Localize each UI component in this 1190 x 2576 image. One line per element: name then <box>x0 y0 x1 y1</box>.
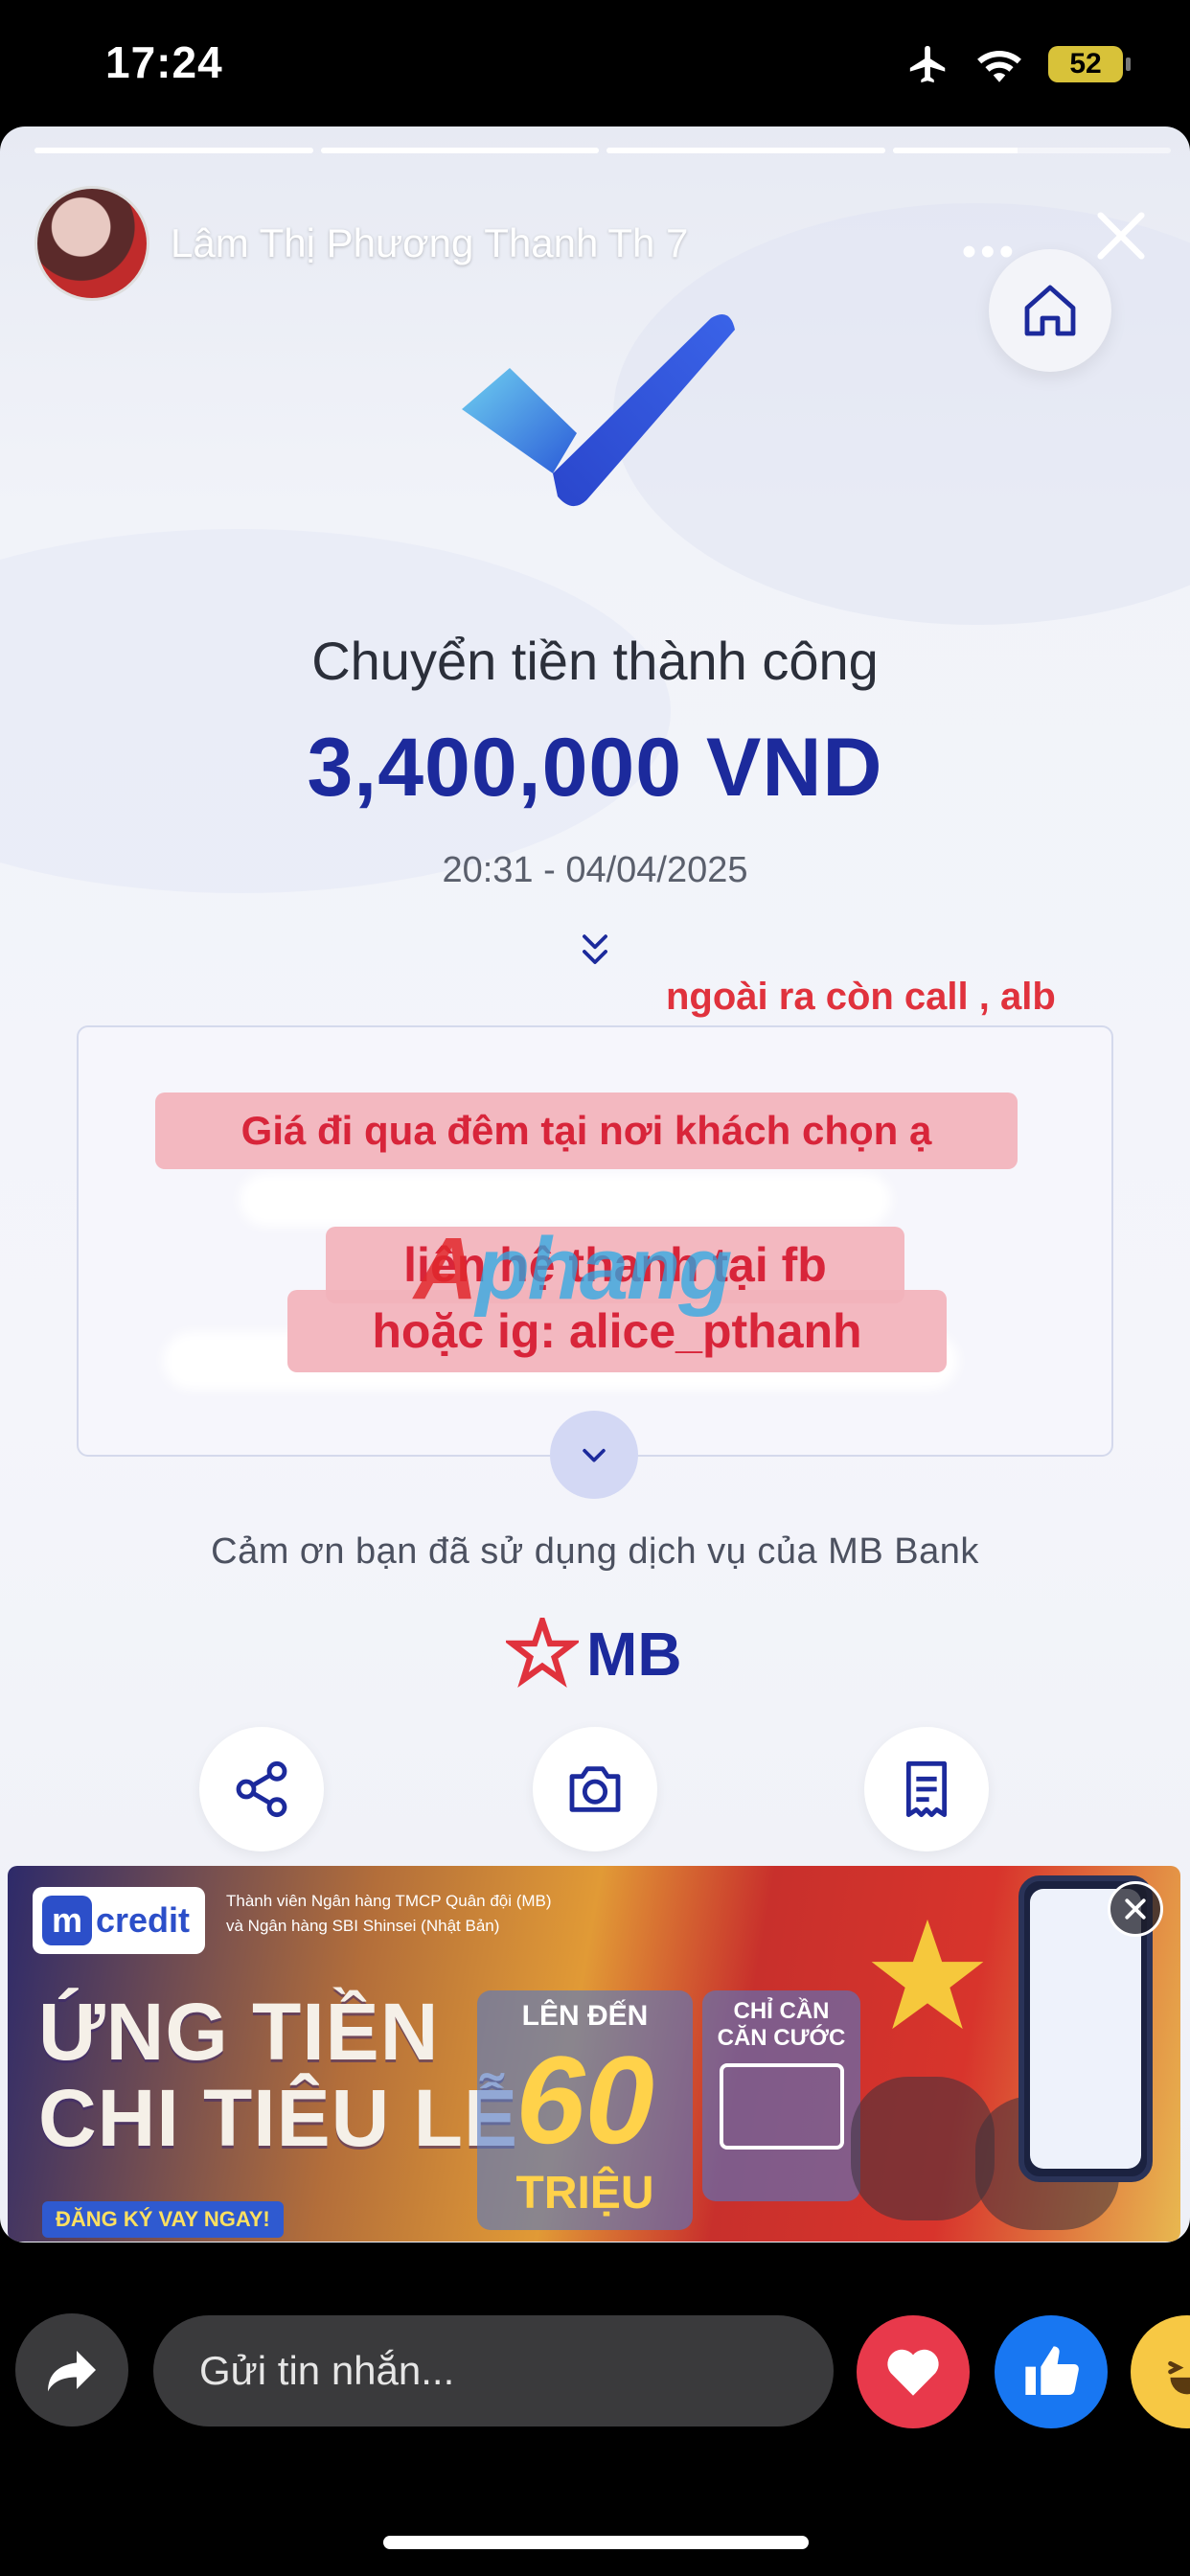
progress-segment <box>34 148 313 153</box>
story-author-name: Lâm Thị Phương Thanh <box>171 220 599 265</box>
banner-headline-line1: ỨNG TIỀN <box>38 1987 440 2077</box>
id-required-line2: CĂN CƯỚC <box>717 2025 846 2051</box>
story-card[interactable]: Lâm Thị Phương Thanh Th 7 ••• Chuyển tiền… <box>0 126 1190 2242</box>
ad-banner[interactable]: m credit Thành viên Ngân hàng TMCP Quân … <box>8 1866 1180 2242</box>
share-button[interactable] <box>15 2313 128 2426</box>
receipt-icon <box>905 1760 948 1818</box>
message-input[interactable] <box>153 2315 834 2426</box>
banner-cta-button[interactable]: ĐĂNG KÝ VAY NGAY! <box>42 2201 284 2238</box>
banner-headline: ỨNG TIỀN CHI TIÊU LỄ <box>38 1989 518 2161</box>
progress-segment <box>320 148 599 153</box>
share-receipt-button[interactable] <box>199 1727 324 1852</box>
home-icon <box>1024 285 1076 336</box>
success-check-icon <box>462 314 735 507</box>
receipt-button[interactable] <box>864 1727 989 1852</box>
progress-segment <box>606 148 885 153</box>
loan-limit-box: LÊN ĐẾN 60 TRIỆU <box>477 1990 693 2230</box>
transfer-amount: 3,400,000 VND <box>307 722 883 814</box>
expand-details-button[interactable] <box>550 1411 638 1499</box>
progress-fill <box>606 148 885 153</box>
loan-limit-value: 60 <box>515 2030 654 2170</box>
share-nodes-icon <box>236 1760 287 1818</box>
status-time: 17:24 <box>105 37 223 87</box>
banner-disclaimer-line2: và Ngân hàng SBI Shinsei (Nhật Bản) <box>226 1917 500 1935</box>
haha-reaction-button[interactable] <box>1131 2315 1190 2428</box>
double-chevron-down-icon <box>583 934 607 964</box>
airplane-icon <box>909 45 946 83</box>
mb-star-icon <box>506 1618 579 1688</box>
story-header: Lâm Thị Phương Thanh Th 7 ••• <box>34 186 1152 301</box>
thank-you-text: Cảm ơn bạn đã sử dụng dịch vụ của MB Ban… <box>211 1531 979 1572</box>
thumbs-up-icon <box>1025 2346 1079 2396</box>
mcredit-logo-text: credit <box>96 1900 191 1940</box>
transfer-status-title: Chuyển tiền thành công <box>311 631 879 691</box>
mcredit-logo: m credit <box>33 1887 205 1954</box>
loan-limit-label: LÊN ĐẾN <box>521 2000 649 2032</box>
camera-icon <box>569 1766 621 1812</box>
mcredit-logo-mark: m <box>42 1896 92 1945</box>
battery-icon: 52 <box>1048 46 1131 82</box>
transfer-datetime: 20:31 - 04/04/2025 <box>442 850 748 890</box>
avatar[interactable] <box>34 186 149 301</box>
mb-bank-logo: MB <box>506 1618 682 1690</box>
banner-disclaimer-line1: Thành viên Ngân hàng TMCP Quân đội (MB) <box>226 1892 552 1910</box>
id-card-icon <box>719 2063 844 2150</box>
watermark-rest: phang <box>475 1220 732 1318</box>
story-progress <box>34 148 1171 153</box>
screenshot-button[interactable] <box>533 1727 657 1852</box>
mb-logo-text: MB <box>586 1620 682 1689</box>
scooter-illustration <box>851 2077 995 2220</box>
annotation-text: ngoài ra còn call , alb <box>666 976 1056 1018</box>
wifi-icon <box>977 51 1021 82</box>
status-icons: 52 <box>906 42 1131 86</box>
banner-close-button[interactable] <box>1108 1881 1163 1937</box>
loan-limit-unit: TRIỆU <box>515 2168 654 2219</box>
watermark-text: Aphang <box>414 1220 732 1318</box>
progress-segment <box>892 148 1171 153</box>
close-icon <box>1125 1898 1146 1920</box>
close-icon[interactable] <box>1090 205 1152 266</box>
banner-disclaimer: Thành viên Ngân hàng TMCP Quân đội (MB) … <box>226 1889 552 1939</box>
progress-fill <box>320 148 599 153</box>
heart-icon <box>887 2349 939 2396</box>
home-button[interactable] <box>989 249 1111 372</box>
status-bar: 17:24 52 <box>0 0 1190 125</box>
story-time: Th 7 <box>607 220 689 265</box>
progress-fill <box>34 148 313 153</box>
progress-fill <box>892 148 1018 153</box>
id-required-line1: CHỈ CẦN <box>733 1998 830 2024</box>
love-reaction-button[interactable] <box>857 2315 970 2428</box>
price-note-sticker: Giá đi qua đêm tại nơi khách chọn ạ <box>155 1092 1018 1169</box>
share-arrow-icon <box>48 2351 96 2392</box>
banner-headline-line2: CHI TIÊU LỄ <box>38 2073 519 2163</box>
chevron-down-icon <box>583 1448 606 1462</box>
laughing-face-icon <box>1168 2360 1190 2395</box>
flag-star-icon <box>871 1919 984 2030</box>
reply-bar <box>0 2310 1190 2434</box>
background-wave <box>0 529 671 893</box>
like-reaction-button[interactable] <box>995 2315 1108 2428</box>
home-indicator[interactable] <box>383 2536 809 2549</box>
id-required-box: CHỈ CẦN CĂN CƯỚC <box>702 1990 860 2201</box>
story-author[interactable]: Lâm Thị Phương Thanh Th 7 <box>171 220 688 266</box>
